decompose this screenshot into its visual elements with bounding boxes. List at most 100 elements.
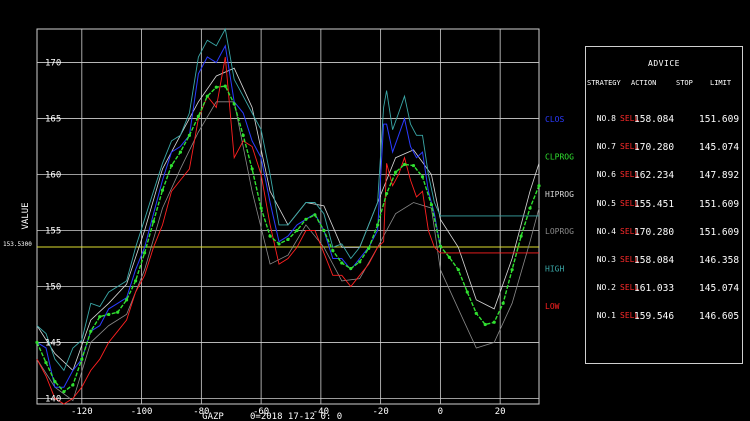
advice-row: NO.3 SELL 158.084 146.358 bbox=[586, 255, 742, 267]
chart-series bbox=[35, 27, 541, 405]
advice-stop: 162.234 bbox=[634, 170, 675, 182]
advice-stop: 170.280 bbox=[634, 142, 675, 154]
advice-limit: 145.074 bbox=[699, 142, 740, 154]
clprog-point bbox=[223, 84, 227, 88]
advice-stop: 155.451 bbox=[634, 198, 675, 210]
clprog-point bbox=[232, 102, 236, 106]
clprog-point bbox=[483, 322, 487, 327]
reference-line-label: 153.5300 bbox=[3, 241, 32, 248]
advice-strategy: NO.7 bbox=[596, 142, 616, 152]
clprog-point bbox=[169, 163, 174, 168]
clprog-point bbox=[268, 234, 272, 238]
chart-ticks: -120 -100 -80 -60 -40 -20 0 2014014515015516016… bbox=[45, 59, 506, 417]
clprog-point bbox=[151, 219, 156, 224]
advice-limit: 146.358 bbox=[699, 255, 740, 266]
x-tick-label: 0 bbox=[438, 407, 443, 417]
advice-limit: 151.609 bbox=[699, 226, 740, 238]
clprog-point bbox=[456, 268, 460, 272]
advice-stop: 159.546 bbox=[634, 311, 675, 323]
clprog-point bbox=[411, 163, 416, 168]
clprog-point bbox=[80, 357, 84, 361]
clprog-point bbox=[313, 213, 317, 217]
clprog-point bbox=[125, 298, 129, 302]
clprog-point bbox=[322, 228, 326, 233]
clprog-point bbox=[465, 290, 469, 294]
clprog-point bbox=[205, 94, 209, 98]
clprog-point bbox=[420, 175, 425, 179]
clprog-point bbox=[501, 301, 505, 305]
advice-row: NO.8 SELL 158.084 151.609 bbox=[586, 114, 742, 126]
clprog-point bbox=[116, 310, 120, 314]
legend-entry-loprog: LOPROG bbox=[545, 227, 574, 236]
clprog-point bbox=[304, 217, 308, 221]
x-tick-label: -100 bbox=[131, 407, 153, 417]
advice-limit: 146.605 bbox=[699, 311, 740, 323]
clprog-point bbox=[277, 242, 281, 246]
advice-panel: ADVICE STRATEGY ACTION STOP LIMIT NO.8 SE… bbox=[585, 46, 743, 364]
advice-limit: 151.609 bbox=[699, 198, 740, 210]
clprog-point bbox=[447, 255, 451, 259]
hiprog-line bbox=[36, 67, 540, 372]
chart-legend: CLOS CLPROG HIPROG LOPROG HIGH LOW bbox=[545, 115, 574, 311]
clprog-point bbox=[349, 266, 353, 271]
clprog-point bbox=[402, 162, 407, 167]
clprog-point bbox=[474, 311, 478, 315]
y-tick-label: 155 bbox=[45, 226, 61, 236]
clprog-point bbox=[519, 234, 523, 238]
advice-limit: 147.892 bbox=[699, 170, 740, 182]
legend-entry-clos: CLOS bbox=[545, 115, 564, 124]
y-tick-label: 170 bbox=[45, 59, 61, 69]
clprog-point bbox=[438, 244, 442, 248]
legend-entry-low: LOW bbox=[545, 302, 560, 311]
advice-row: NO.2 SELL 161.033 145.074 bbox=[586, 283, 742, 295]
advice-row: NO.5 SELL 155.451 151.609 bbox=[586, 199, 742, 211]
chart-subtitle: 0=2018 17-12 0: 0 bbox=[250, 412, 342, 421]
advice-strategy: NO.4 bbox=[596, 226, 616, 236]
clprog-point bbox=[537, 184, 541, 188]
advice-row: NO.7 SELL 170.280 145.074 bbox=[586, 142, 742, 154]
clprog-point bbox=[259, 206, 263, 210]
advice-strategy: NO.3 bbox=[596, 255, 616, 264]
x-tick-label: -120 bbox=[71, 407, 93, 417]
clprog-point bbox=[98, 315, 102, 319]
advice-stop: 158.084 bbox=[634, 255, 675, 266]
clprog-point bbox=[295, 228, 299, 233]
legend-entry-hiprog: HIPROG bbox=[545, 190, 574, 199]
clprog-point bbox=[160, 188, 165, 192]
header-action: ACTION bbox=[631, 79, 657, 87]
clprog-point bbox=[429, 203, 434, 207]
chart-grid bbox=[36, 28, 540, 405]
header-strategy: STRATEGY bbox=[587, 79, 621, 87]
legend-entry-clprog: CLPROG bbox=[545, 152, 574, 161]
y-axis-label: VALUE bbox=[21, 202, 31, 229]
clprog-point bbox=[35, 340, 39, 345]
clprog-point bbox=[241, 133, 245, 137]
advice-limit: 151.609 bbox=[699, 114, 740, 125]
advice-stop: 158.084 bbox=[634, 114, 675, 125]
legend-entry-high: HIGH bbox=[545, 265, 564, 274]
header-stop: STOP bbox=[676, 79, 693, 87]
clprog-point bbox=[393, 170, 398, 174]
clprog-point bbox=[286, 237, 290, 242]
clprog-point bbox=[107, 312, 111, 317]
clprog-point bbox=[142, 251, 147, 255]
advice-strategy: NO.6 bbox=[596, 170, 616, 180]
advice-row: NO.4 SELL 170.280 151.609 bbox=[586, 227, 742, 239]
clprog-point bbox=[71, 383, 75, 387]
y-tick-label: 145 bbox=[45, 338, 61, 348]
x-tick-label: -20 bbox=[372, 407, 388, 417]
plot-frame bbox=[36, 28, 540, 405]
header-limit: LIMIT bbox=[710, 79, 732, 87]
x-tick-label: 20 bbox=[495, 407, 506, 417]
advice-limit: 145.074 bbox=[699, 283, 740, 295]
x-axis-label: GAZP bbox=[202, 412, 224, 421]
clprog-point bbox=[187, 133, 191, 137]
advice-strategy: NO.1 bbox=[596, 311, 616, 321]
high-line bbox=[36, 27, 539, 372]
loprog-line bbox=[36, 101, 540, 402]
advice-strategy: NO.8 bbox=[596, 114, 616, 123]
advice-strategy: NO.5 bbox=[596, 198, 616, 208]
advice-title: ADVICE bbox=[648, 59, 680, 68]
clprog-point bbox=[62, 390, 66, 394]
clprog-point bbox=[376, 223, 380, 227]
